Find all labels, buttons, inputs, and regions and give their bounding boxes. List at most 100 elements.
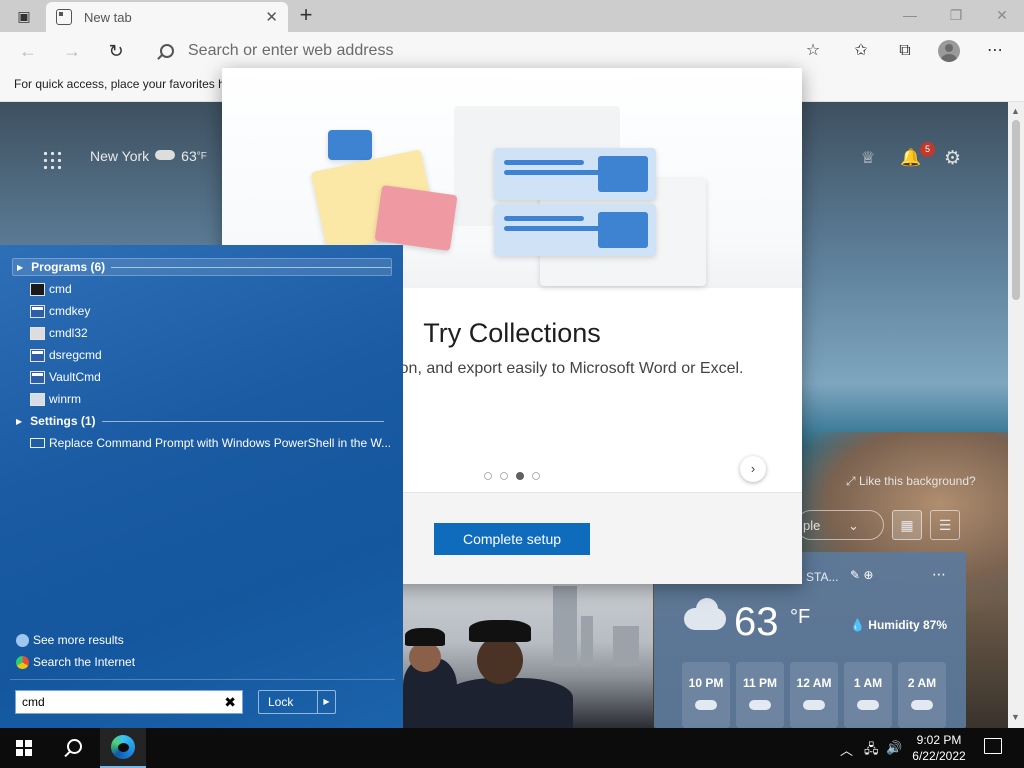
power-options-arrow-icon[interactable]: ▶ (317, 691, 335, 713)
carousel-next-icon[interactable]: › (740, 456, 766, 482)
result-cmd[interactable]: cmd (30, 279, 72, 299)
weather-temp: 63 (181, 148, 197, 164)
feed-selector[interactable]: ple ⌄ (796, 510, 884, 540)
tab-new-tab[interactable]: New tab ✕ (46, 2, 288, 32)
show-hidden-icons-chevron-icon[interactable]: ︿ (840, 740, 853, 759)
see-more-results-link[interactable]: See more results (16, 633, 124, 647)
result-label: dsregcmd (49, 348, 102, 362)
cloud-icon (155, 150, 176, 160)
notifications-bell-icon[interactable]: 🔔 (900, 148, 922, 170)
feed-selector-label: ple (803, 518, 821, 533)
address-input[interactable] (188, 42, 788, 60)
edit-pencil-icon[interactable]: ✎ ⊕ (850, 568, 873, 582)
notification-badge: 5 (920, 142, 935, 157)
group-rule (101, 420, 384, 422)
taskbar-edge-button[interactable] (100, 728, 146, 768)
hourly-forecast[interactable]: 10 PM (682, 662, 730, 728)
favorites-icon[interactable]: ✩ (850, 40, 872, 62)
volume-icon[interactable]: 🔊 (886, 740, 902, 756)
lock-button[interactable]: Lock ▶ (258, 690, 336, 714)
app-launcher-icon[interactable] (42, 150, 62, 170)
humidity-label: Humidity 87% (868, 618, 947, 632)
result-cmdkey[interactable]: cmdkey (30, 301, 90, 321)
settings-header-label: Settings (1) (30, 414, 96, 428)
more-icon[interactable]: ⋯ (932, 566, 946, 583)
result-vaultcmd[interactable]: VaultCmd (30, 367, 101, 387)
officer-face (477, 636, 523, 684)
magnifier-icon (16, 633, 29, 647)
minimize-icon[interactable]: — (898, 4, 922, 26)
weather-card-location: STA... (806, 570, 839, 584)
cloud-icon (695, 700, 717, 710)
grid-view-icon[interactable]: ▦ (892, 510, 922, 540)
properties-icon (30, 304, 45, 318)
expand-triangle-icon: ▶ (17, 262, 24, 272)
list-view-icon[interactable]: ☰ (930, 510, 960, 540)
start-search-input[interactable] (22, 695, 225, 709)
weather-summary[interactable]: New York 63 °F (90, 148, 207, 164)
programs-group-header[interactable]: ▶ Programs (6) (12, 258, 392, 276)
search-internet-link[interactable]: Search the Internet (16, 655, 135, 669)
clear-search-icon[interactable]: ✖ (224, 694, 236, 711)
rain-cloud-icon (911, 700, 933, 710)
more-options-icon[interactable]: ⋯ (984, 40, 1006, 62)
result-label: cmdl32 (49, 326, 88, 340)
result-dsregcmd[interactable]: dsregcmd (30, 345, 102, 365)
action-center-icon[interactable] (984, 738, 1002, 754)
forward-icon[interactable]: → (60, 39, 84, 63)
tab-actions-icon[interactable]: ▣ (8, 4, 40, 28)
weather-card-temp: 63 (734, 600, 779, 644)
page-scrollbar[interactable]: ▲ ▼ (1008, 102, 1024, 728)
like-background-link[interactable]: ⤢ Like this background? (846, 474, 976, 489)
taskbar-clock[interactable]: 9:02 PM 6/22/2022 (906, 732, 972, 764)
result-label: winrm (49, 392, 81, 406)
expand-triangle-icon: ▶ (16, 416, 23, 426)
taskbar: ︿ 🖧 🔊 9:02 PM 6/22/2022 (0, 728, 1024, 768)
rewards-icon[interactable]: ♕ (858, 148, 878, 168)
news-card-image[interactable] (403, 584, 653, 728)
hour-label: 1 AM (853, 676, 883, 690)
profile-avatar[interactable] (938, 40, 960, 62)
see-more-label: See more results (33, 633, 124, 647)
illustration-line (504, 170, 600, 175)
hourly-forecast[interactable]: 1 AM (844, 662, 892, 728)
windows-start-icon[interactable] (16, 740, 32, 756)
complete-setup-button[interactable]: Complete setup (434, 523, 590, 555)
tab-strip: ▣ New tab ✕ + — ❐ ✕ (0, 0, 1024, 32)
collections-icon[interactable]: ⧉ (894, 40, 916, 62)
hour-label: 12 AM (796, 676, 832, 690)
scroll-thumb[interactable] (1012, 120, 1020, 300)
hourly-forecast[interactable]: 12 AM (790, 662, 838, 728)
carousel-dot[interactable] (532, 472, 540, 480)
settings-group-header[interactable]: ▶ Settings (1) (16, 412, 384, 430)
restore-icon[interactable]: ❐ (944, 4, 968, 26)
carousel-dots (484, 472, 540, 480)
add-favorite-icon[interactable]: ☆ (802, 40, 824, 62)
weather-location: New York (90, 148, 150, 164)
carousel-dot[interactable] (500, 472, 508, 480)
hourly-forecast[interactable]: 11 PM (736, 662, 784, 728)
scroll-down-icon[interactable]: ▼ (1011, 712, 1020, 722)
start-menu-separator (10, 679, 395, 680)
refresh-icon[interactable]: ↻ (104, 39, 128, 63)
gear-sheet-icon (30, 326, 45, 340)
properties-icon (30, 348, 45, 362)
address-bar[interactable] (146, 36, 836, 66)
hourly-forecast[interactable]: 2 AM (898, 662, 946, 728)
taskbar-search-icon[interactable] (62, 738, 82, 758)
new-tab-button[interactable]: + (294, 4, 318, 28)
carousel-dot[interactable] (484, 472, 492, 480)
back-icon[interactable]: ← (16, 39, 40, 63)
page-settings-gear-icon[interactable]: ⚙ (944, 147, 966, 169)
close-window-icon[interactable]: ✕ (990, 4, 1014, 26)
result-winrm[interactable]: winrm (30, 389, 81, 409)
result-replace-command-prompt[interactable]: Replace Command Prompt with Windows Powe… (30, 433, 391, 453)
result-cmdl32[interactable]: cmdl32 (30, 323, 88, 343)
illustration-line (504, 160, 584, 165)
close-tab-icon[interactable]: ✕ (265, 8, 278, 26)
carousel-dot-active[interactable] (516, 472, 524, 480)
network-icon[interactable]: 🖧 (864, 740, 879, 762)
start-search-box[interactable]: ✖ (15, 690, 243, 714)
scroll-up-icon[interactable]: ▲ (1011, 106, 1020, 116)
lock-label: Lock (268, 695, 294, 709)
